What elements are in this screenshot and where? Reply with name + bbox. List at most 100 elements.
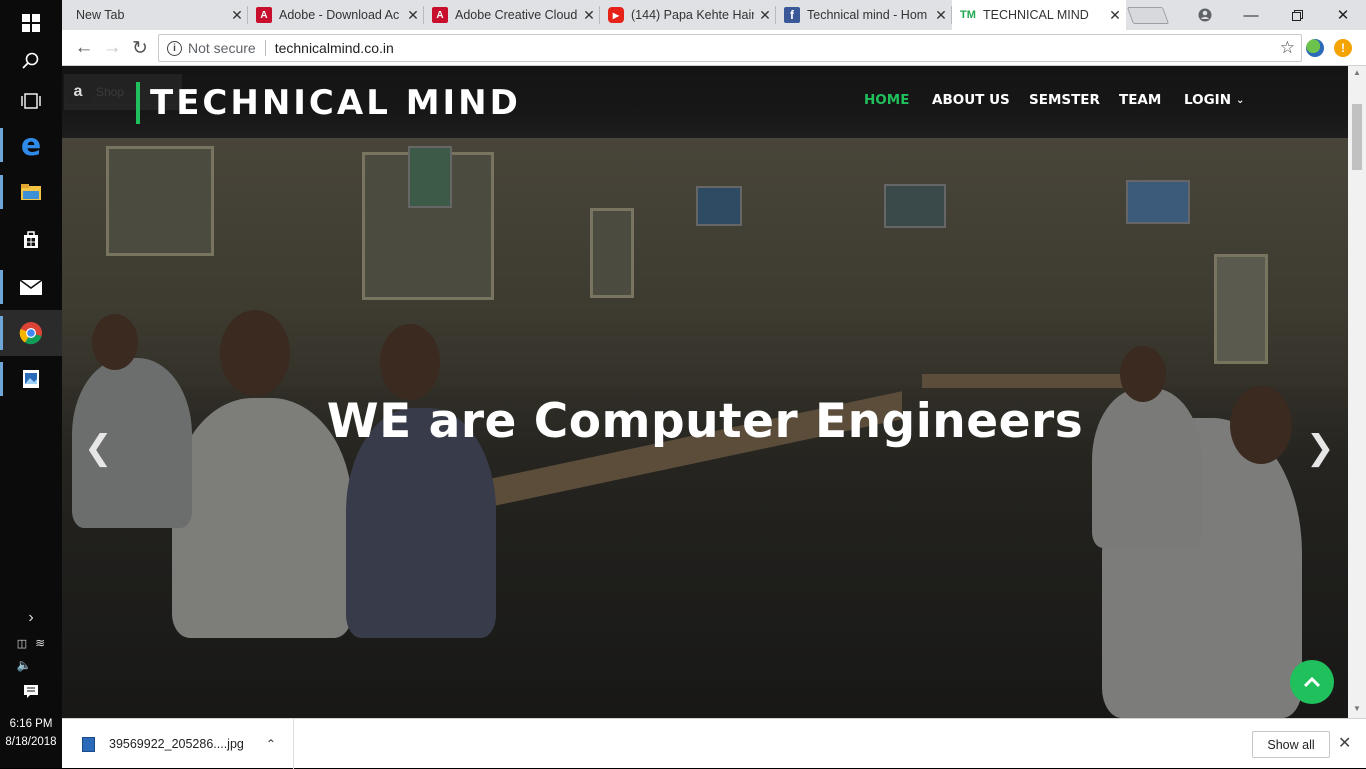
slider-next-chevron-right-icon[interactable]: ❯	[1306, 428, 1335, 468]
folder-icon	[21, 184, 41, 200]
reload-button[interactable]: ↻	[127, 36, 153, 60]
chrome-window: New Tab ✕ A Adobe - Download Ac ✕ A Adob…	[62, 0, 1366, 769]
taskbar-chrome[interactable]	[0, 310, 62, 356]
menu-warning-icon[interactable]: !	[1334, 39, 1352, 57]
windows-taskbar: e › ◫ ≋ 🔈 6:16 PM 8/18/2018	[0, 0, 62, 768]
close-icon[interactable]: ✕	[1338, 733, 1351, 753]
taskbar-mail[interactable]	[0, 264, 62, 310]
tab-youtube[interactable]: ▶ (144) Papa Kehte Hain ✕	[600, 0, 776, 30]
show-all-button[interactable]: Show all	[1252, 731, 1330, 758]
window-close-button[interactable]: ✕	[1320, 0, 1366, 30]
brand-accent-bar	[136, 82, 140, 124]
windows-logo-icon	[22, 14, 40, 32]
hero-slider: WE are Computer Engineers ❮ ❯	[62, 138, 1348, 718]
taskbar-store[interactable]	[0, 216, 62, 262]
close-icon: ✕	[1336, 7, 1350, 24]
tab-adobe-creative-cloud[interactable]: A Adobe Creative Cloud ✕	[424, 0, 600, 30]
slider-prev-chevron-left-icon[interactable]: ❮	[84, 428, 113, 468]
scroll-up-arrow-icon[interactable]: ▲	[1348, 68, 1366, 77]
volume-icon[interactable]: 🔈	[17, 658, 32, 672]
page-viewport: WE are Computer Engineers ❮ ❯ a Shop TEC…	[62, 66, 1348, 718]
tab-title: (144) Papa Kehte Hain	[631, 8, 754, 22]
hero-title: WE are Computer Engineers	[326, 394, 1084, 449]
tab-facebook[interactable]: f Technical mind - Hom ✕	[776, 0, 952, 30]
profile-button[interactable]	[1182, 0, 1228, 30]
site-logo[interactable]: TECHNICAL MIND	[150, 82, 521, 124]
student-head	[92, 314, 138, 370]
bookmark-star-icon[interactable]: ☆	[1280, 38, 1295, 58]
nav-home[interactable]: HOME	[864, 90, 909, 110]
nav-login[interactable]: LOGIN ⌄	[1184, 90, 1244, 110]
chevron-down-icon: ⌄	[1236, 94, 1245, 106]
facebook-icon: f	[784, 7, 800, 23]
photos-icon	[23, 370, 39, 388]
scrollbar-thumb[interactable]	[1352, 104, 1362, 170]
youtube-icon: ▶	[608, 7, 624, 23]
close-icon[interactable]: ✕	[930, 7, 952, 24]
wifi-icon[interactable]: ≋	[35, 636, 45, 650]
search-icon	[22, 52, 39, 69]
battery-icon[interactable]: ◫	[17, 637, 27, 650]
close-icon[interactable]: ✕	[578, 7, 600, 24]
tab-new-tab[interactable]: New Tab ✕	[62, 0, 248, 30]
close-icon[interactable]: ✕	[226, 7, 248, 24]
nav-login-label: LOGIN	[1184, 92, 1231, 108]
wall-poster	[884, 184, 946, 228]
back-button[interactable]: ←	[71, 36, 97, 60]
user-icon	[1198, 8, 1212, 22]
amazon-widget-label: Shop	[96, 85, 125, 99]
background-window	[590, 208, 634, 298]
adobe-icon: A	[256, 7, 272, 23]
chevron-up-icon	[1303, 676, 1321, 688]
tab-title: Adobe - Download Ac	[279, 8, 400, 22]
tab-title: New Tab	[76, 8, 125, 22]
site-navbar: a Shop TECHNICAL MIND HOME ABOUT US SEMS…	[62, 66, 1348, 138]
taskbar-photos[interactable]	[0, 356, 62, 402]
student-head	[380, 324, 440, 400]
taskbar-edge[interactable]: e	[0, 122, 62, 168]
close-icon[interactable]: ✕	[754, 7, 776, 24]
show-hidden-icons-chevron-icon[interactable]: ›	[0, 608, 62, 628]
wall-poster	[696, 186, 742, 226]
clock-date[interactable]: 8/18/2018	[0, 734, 62, 750]
extension-globe-icon[interactable]	[1306, 39, 1324, 57]
browser-toolbar: ← → ↻ i Not secure technicalmind.co.in ☆…	[62, 30, 1366, 66]
tab-title: Adobe Creative Cloud	[455, 8, 578, 22]
task-view-icon	[21, 93, 41, 109]
minimize-button[interactable]: —	[1228, 0, 1274, 30]
close-icon[interactable]: ✕	[1104, 7, 1126, 24]
taskbar-file-explorer[interactable]	[0, 169, 62, 215]
security-status[interactable]: Not secure	[188, 40, 256, 56]
restore-button[interactable]	[1274, 0, 1320, 30]
nav-about-us[interactable]: ABOUT US	[932, 90, 1010, 110]
nav-semster[interactable]: SEMSTER	[1029, 90, 1100, 110]
forward-button[interactable]: →	[99, 36, 125, 60]
clock-time[interactable]: 6:16 PM	[0, 716, 62, 732]
back-arrow-icon: ←	[74, 37, 94, 58]
nav-team[interactable]: TEAM	[1119, 90, 1161, 110]
tab-strip: New Tab ✕ A Adobe - Download Ac ✕ A Adob…	[62, 0, 1366, 30]
info-icon[interactable]: i	[167, 40, 182, 56]
address-bar[interactable]: i Not secure technicalmind.co.in ☆	[158, 34, 1302, 62]
tm-icon: TM	[960, 9, 976, 21]
scroll-down-arrow-icon[interactable]: ▼	[1348, 704, 1366, 713]
tab-adobe-download[interactable]: A Adobe - Download Ac ✕	[248, 0, 424, 30]
url-text[interactable]: technicalmind.co.in	[275, 40, 394, 56]
tab-title: Technical mind - Hom	[807, 8, 928, 22]
student-head	[220, 310, 290, 396]
adobe-icon: A	[432, 7, 448, 23]
tab-title: TECHNICAL MIND	[983, 8, 1089, 22]
task-view-button[interactable]	[0, 78, 62, 124]
image-file-icon	[82, 736, 95, 752]
background-window	[106, 146, 214, 256]
download-filename: 39569922_205286....jpg	[109, 737, 244, 751]
tab-technical-mind[interactable]: TM TECHNICAL MIND ✕	[952, 0, 1126, 30]
new-tab-button[interactable]	[1126, 7, 1170, 24]
close-icon[interactable]: ✕	[402, 7, 424, 24]
chevron-up-icon[interactable]: ⌃	[266, 737, 276, 751]
scroll-to-top-button[interactable]	[1290, 660, 1334, 704]
action-center-button[interactable]	[0, 682, 62, 702]
page-scrollbar[interactable]: ▲ ▼	[1348, 66, 1366, 718]
download-item[interactable]: 39569922_205286....jpg ⌃	[82, 719, 294, 769]
notice-board	[408, 146, 452, 208]
